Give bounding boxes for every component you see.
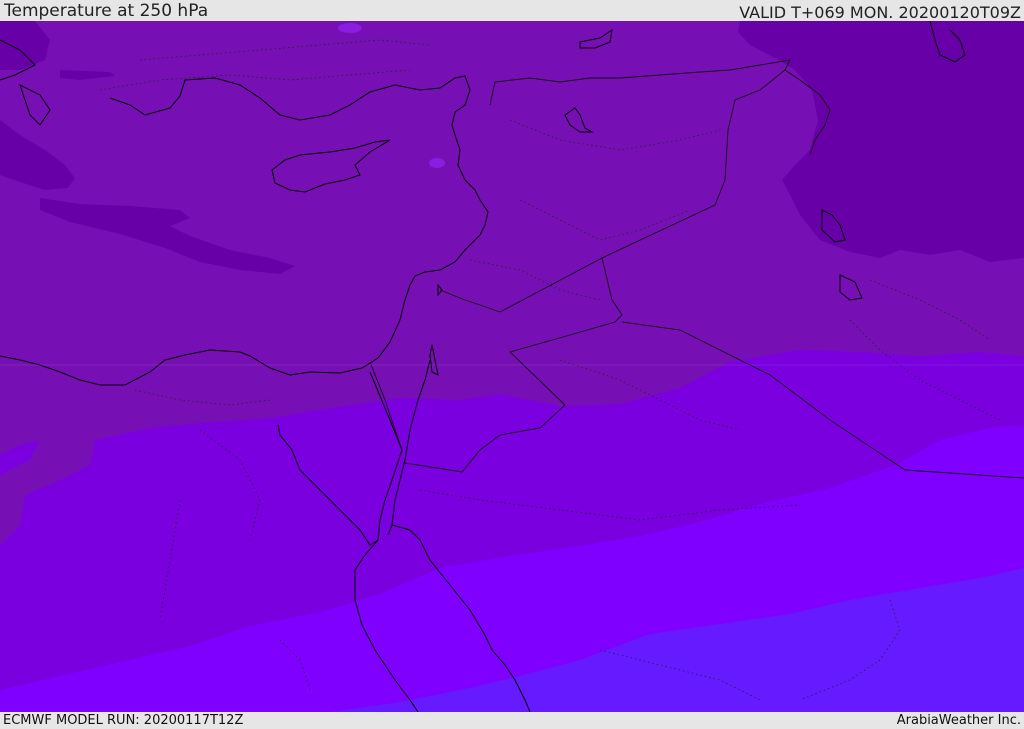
temperature-spot-levant bbox=[429, 158, 445, 168]
valid-time: VALID T+069 MON. 20200120T09Z bbox=[739, 3, 1021, 22]
map-title: Temperature at 250 hPa bbox=[4, 1, 209, 21]
model-run: ECMWF MODEL RUN: 20200117T12Z bbox=[3, 713, 244, 728]
title-bar: Temperature at 250 hPa VALID T+069 MON. … bbox=[0, 0, 1024, 21]
temperature-spot-north bbox=[338, 23, 362, 33]
temperature-map bbox=[0, 21, 1024, 712]
credit: ArabiaWeather Inc. bbox=[896, 713, 1021, 728]
footer-bar: ECMWF MODEL RUN: 20200117T12Z ArabiaWeat… bbox=[0, 712, 1024, 729]
